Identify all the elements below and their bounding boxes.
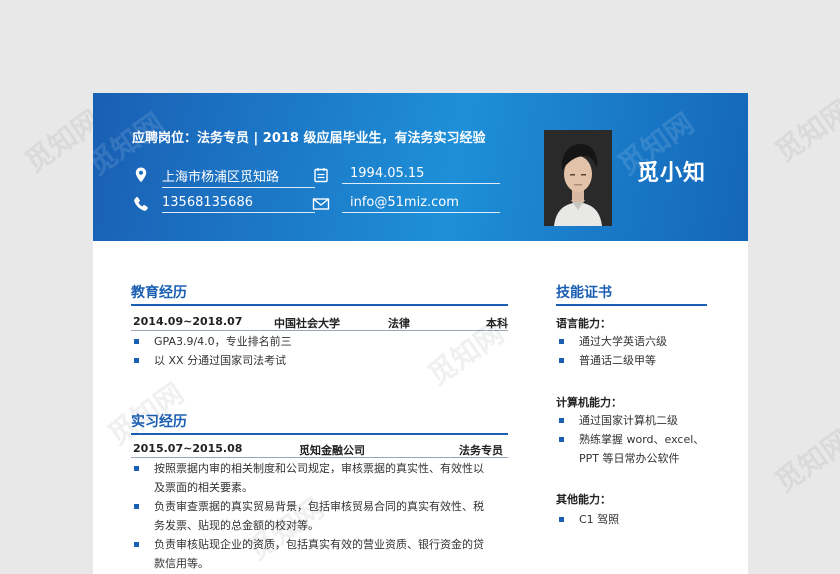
other-label: 其他能力： [556, 493, 611, 506]
skills-heading: 技能证书 [556, 285, 612, 301]
email-value: info@51miz.com [342, 195, 500, 213]
list-item: 按照票据内审的相关制度和公司规定，审核票据的真实性、有效性以 及票面的相关要素。 [131, 459, 516, 497]
education-subrule [131, 330, 508, 331]
list-item: 以 XX 分通过国家司法考试 [131, 351, 511, 370]
education-school: 中国社会大学 [274, 317, 340, 330]
calendar-icon [314, 168, 328, 183]
internship-heading: 实习经历 [131, 414, 187, 430]
skills-divider [556, 304, 707, 306]
internship-list: 按照票据内审的相关制度和公司规定，审核票据的真实性、有效性以 及票面的相关要素。… [131, 459, 516, 573]
phone-icon [134, 196, 148, 211]
list-item: C1 驾照 [556, 510, 726, 529]
watermark: 觅知网 [768, 93, 840, 169]
job-title: 应聘岗位：法务专员 | 2018 级应届毕业生，有法务实习经验 [132, 131, 486, 146]
education-period: 2014.09~2018.07 [133, 315, 243, 328]
internship-period: 2015.07~2015.08 [133, 442, 243, 455]
list-item: 熟练掌握 word、excel、 PPT 等日常办公软件 [556, 430, 726, 468]
internship-company: 觅知金融公司 [299, 444, 365, 457]
resume-header: 觅知网 觅知网 应聘岗位：法务专员 | 2018 级应届毕业生，有法务实习经验 … [93, 93, 748, 241]
education-major: 法律 [388, 317, 410, 330]
language-list: 通过大学英语六级 普通话二级甲等 [556, 332, 726, 370]
phone-value: 13568135686 [162, 195, 315, 213]
birthday-value: 1994.05.15 [342, 166, 500, 184]
language-label: 语言能力： [556, 317, 611, 330]
avatar [544, 130, 612, 226]
list-item: GPA3.9/4.0，专业排名前三 [131, 332, 511, 351]
list-item: 负责审查票据的真实贸易背景，包括审核贸易合同的真实有效性、税 务发票、贴现的总金… [131, 497, 516, 535]
location-pin-icon [135, 167, 147, 183]
address-value: 上海市杨浦区觅知路 [162, 166, 315, 188]
education-list: GPA3.9/4.0，专业排名前三 以 XX 分通过国家司法考试 [131, 332, 511, 370]
list-item: 负责审核贴现企业的资质，包括真实有效的营业资质、银行资金的贷 款信用等。 [131, 535, 516, 573]
watermark: 觅知网 [768, 423, 840, 499]
internship-divider [131, 433, 508, 435]
resume-page: 觅知网 觅知网 应聘岗位：法务专员 | 2018 级应届毕业生，有法务实习经验 … [93, 93, 748, 574]
internship-role: 法务专员 [459, 444, 503, 457]
profile-photo [544, 130, 612, 226]
mail-icon [312, 198, 330, 210]
education-degree: 本科 [486, 317, 508, 330]
list-item: 通过国家计算机二级 [556, 411, 726, 430]
education-divider [131, 304, 508, 306]
list-item: 通过大学英语六级 [556, 332, 726, 351]
computer-list: 通过国家计算机二级 熟练掌握 word、excel、 PPT 等日常办公软件 [556, 411, 726, 468]
internship-subrule [131, 457, 508, 458]
list-item: 普通话二级甲等 [556, 351, 726, 370]
education-heading: 教育经历 [131, 285, 187, 301]
candidate-name: 觅小知 [637, 161, 707, 186]
other-list: C1 驾照 [556, 510, 726, 529]
computer-label: 计算机能力： [556, 396, 622, 409]
